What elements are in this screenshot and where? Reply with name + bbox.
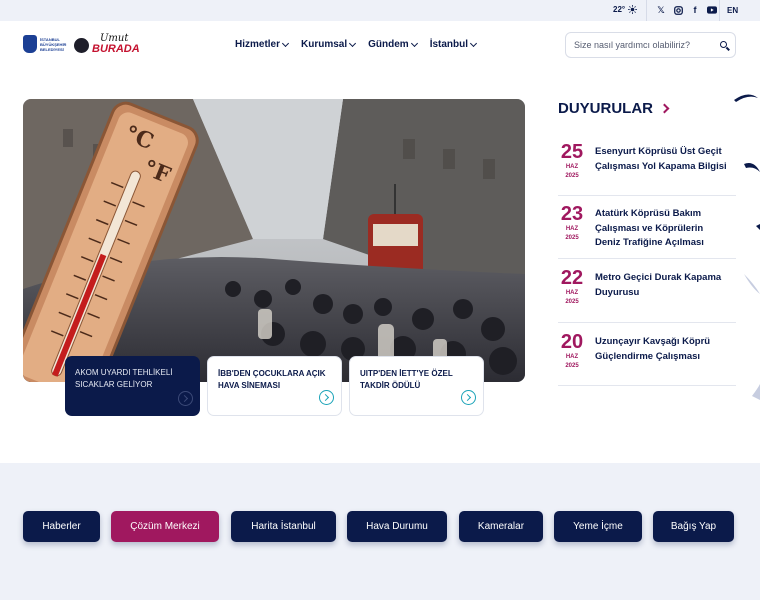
temperature: 22° [613, 5, 626, 14]
search-icon[interactable] [720, 41, 727, 48]
date-day: 22 [560, 267, 584, 289]
date-month: HAZ [565, 164, 579, 170]
hero-card-title: UITP'DEN İETT'YE ÖZEL TAKDİR ÖDÜLÜ [360, 369, 453, 390]
announcement-date: 20 HAZ 2025 [558, 331, 586, 370]
ibb-logo-text: İSTANBUL BÜYÜKŞEHİR BELEDİYESİ [40, 36, 67, 52]
announcement-item[interactable]: 22 HAZ 2025 Metro Geçici Durak Kapama Du… [558, 267, 736, 323]
main-nav: Hizmetler Kurumsal Gündem İstanbul [235, 39, 478, 50]
date-day: 25 [560, 141, 584, 163]
date-month: HAZ [565, 290, 579, 296]
chevron-down-icon [281, 39, 290, 47]
quick-link-bagis-yap[interactable]: Bağış Yap [653, 511, 734, 542]
quick-link-harita-istanbul[interactable]: Harita İstanbul [231, 511, 336, 542]
announcement-item[interactable]: 23 HAZ 2025 Atatürk Köprüsü Bakım Çalışm… [558, 203, 736, 259]
announcement-text: Esenyurt Köprüsü Üst Geçit Çalışması Yol… [595, 146, 727, 172]
hero-card-title: İBB'DEN ÇOCUKLARA AÇIK HAVA SİNEMASI [218, 369, 326, 390]
date-year: 2025 [565, 235, 579, 241]
chevron-right-icon [659, 103, 670, 114]
chevron-right-icon [461, 390, 476, 405]
logo-line-2: BURADA [92, 43, 140, 55]
announcement-date: 22 HAZ 2025 [558, 267, 586, 306]
date-month: HAZ [565, 226, 579, 232]
nav-label: İstanbul [429, 39, 469, 50]
announcement-date: 23 HAZ 2025 [558, 203, 586, 242]
divider [646, 0, 647, 21]
announcement-date: 25 HAZ 2025 [558, 141, 586, 180]
date-year: 2025 [565, 173, 579, 179]
decorative-swoosh-icon [734, 94, 760, 400]
x-icon[interactable]: 𝕏 [656, 5, 666, 15]
quick-link-cozum-merkezi[interactable]: Çözüm Merkezi [111, 511, 219, 542]
date-year: 2025 [565, 299, 579, 305]
chevron-right-icon [319, 390, 334, 405]
umut-burada-logo[interactable]: Umut BURADA [92, 34, 140, 55]
ibb-logo[interactable]: İSTANBUL BÜYÜKŞEHİR BELEDİYESİ [23, 35, 67, 53]
hero-card-2[interactable]: İBB'DEN ÇOCUKLARA AÇIK HAVA SİNEMASI [207, 356, 342, 416]
hero-slider-image[interactable]: °C °F [23, 99, 525, 382]
hero-card-1[interactable]: AKOM UYARDI TEHLİKELİ SICAKLAR GELİYOR [65, 356, 200, 416]
quick-link-hava-durumu[interactable]: Hava Durumu [347, 511, 447, 542]
announcement-text: Atatürk Köprüsü Bakım Çalışması ve Köprü… [595, 208, 704, 248]
divider [719, 0, 720, 21]
chevron-right-icon [178, 391, 193, 406]
nav-label: Kurumsal [301, 39, 348, 50]
top-bar: 22° 𝕏 f EN [0, 0, 760, 21]
chevron-down-icon [410, 39, 418, 47]
search-box [565, 32, 736, 58]
facebook-icon[interactable]: f [690, 5, 700, 15]
sun-icon [628, 5, 638, 14]
announcements-title-text: DUYURULAR [558, 100, 653, 117]
hero-photo-illustration: °C °F [23, 99, 525, 382]
quick-link-kameralar[interactable]: Kameralar [459, 511, 543, 542]
quick-link-haberler[interactable]: Haberler [23, 511, 100, 542]
nav-item-istanbul[interactable]: İstanbul [429, 39, 478, 50]
header: İSTANBUL BÜYÜKŞEHİR BELEDİYESİ Umut BURA… [0, 21, 760, 71]
nav-label: Gündem [368, 39, 409, 50]
search-input[interactable] [574, 40, 714, 50]
date-month: HAZ [565, 354, 579, 360]
youtube-icon[interactable] [707, 5, 717, 15]
announcements-title[interactable]: DUYURULAR [558, 100, 670, 117]
announcement-text: Metro Geçici Durak Kapama Duyurusu [595, 272, 722, 298]
announcement-item[interactable]: 20 HAZ 2025 Uzunçayır Kavşağı Köprü Güçl… [558, 331, 736, 386]
ibb-emblem-icon [23, 35, 37, 53]
chevron-down-icon [349, 39, 357, 47]
weather-widget[interactable]: 22° [613, 5, 638, 14]
announcement-item[interactable]: 25 HAZ 2025 Esenyurt Köprüsü Üst Geçit Ç… [558, 141, 736, 196]
social-links: 𝕏 f [656, 5, 717, 15]
announcement-text: Uzunçayır Kavşağı Köprü Güçlendirme Çalı… [595, 336, 711, 362]
nav-label: Hizmetler [235, 39, 281, 50]
nav-item-gundem[interactable]: Gündem [368, 39, 418, 50]
instagram-icon[interactable] [673, 5, 683, 15]
circle-logo-icon [74, 38, 89, 53]
date-day: 20 [560, 331, 584, 353]
nav-item-hizmetler[interactable]: Hizmetler [235, 39, 290, 50]
nav-item-kurumsal[interactable]: Kurumsal [301, 39, 357, 50]
chevron-down-icon [470, 39, 478, 47]
date-day: 23 [560, 203, 584, 225]
hero-card-title: AKOM UYARDI TEHLİKELİ SICAKLAR GELİYOR [75, 368, 173, 389]
quick-link-yeme-icme[interactable]: Yeme İçme [554, 511, 642, 542]
date-year: 2025 [565, 363, 579, 369]
hero-card-3[interactable]: UITP'DEN İETT'YE ÖZEL TAKDİR ÖDÜLÜ [349, 356, 484, 416]
language-switch[interactable]: EN [727, 6, 738, 15]
